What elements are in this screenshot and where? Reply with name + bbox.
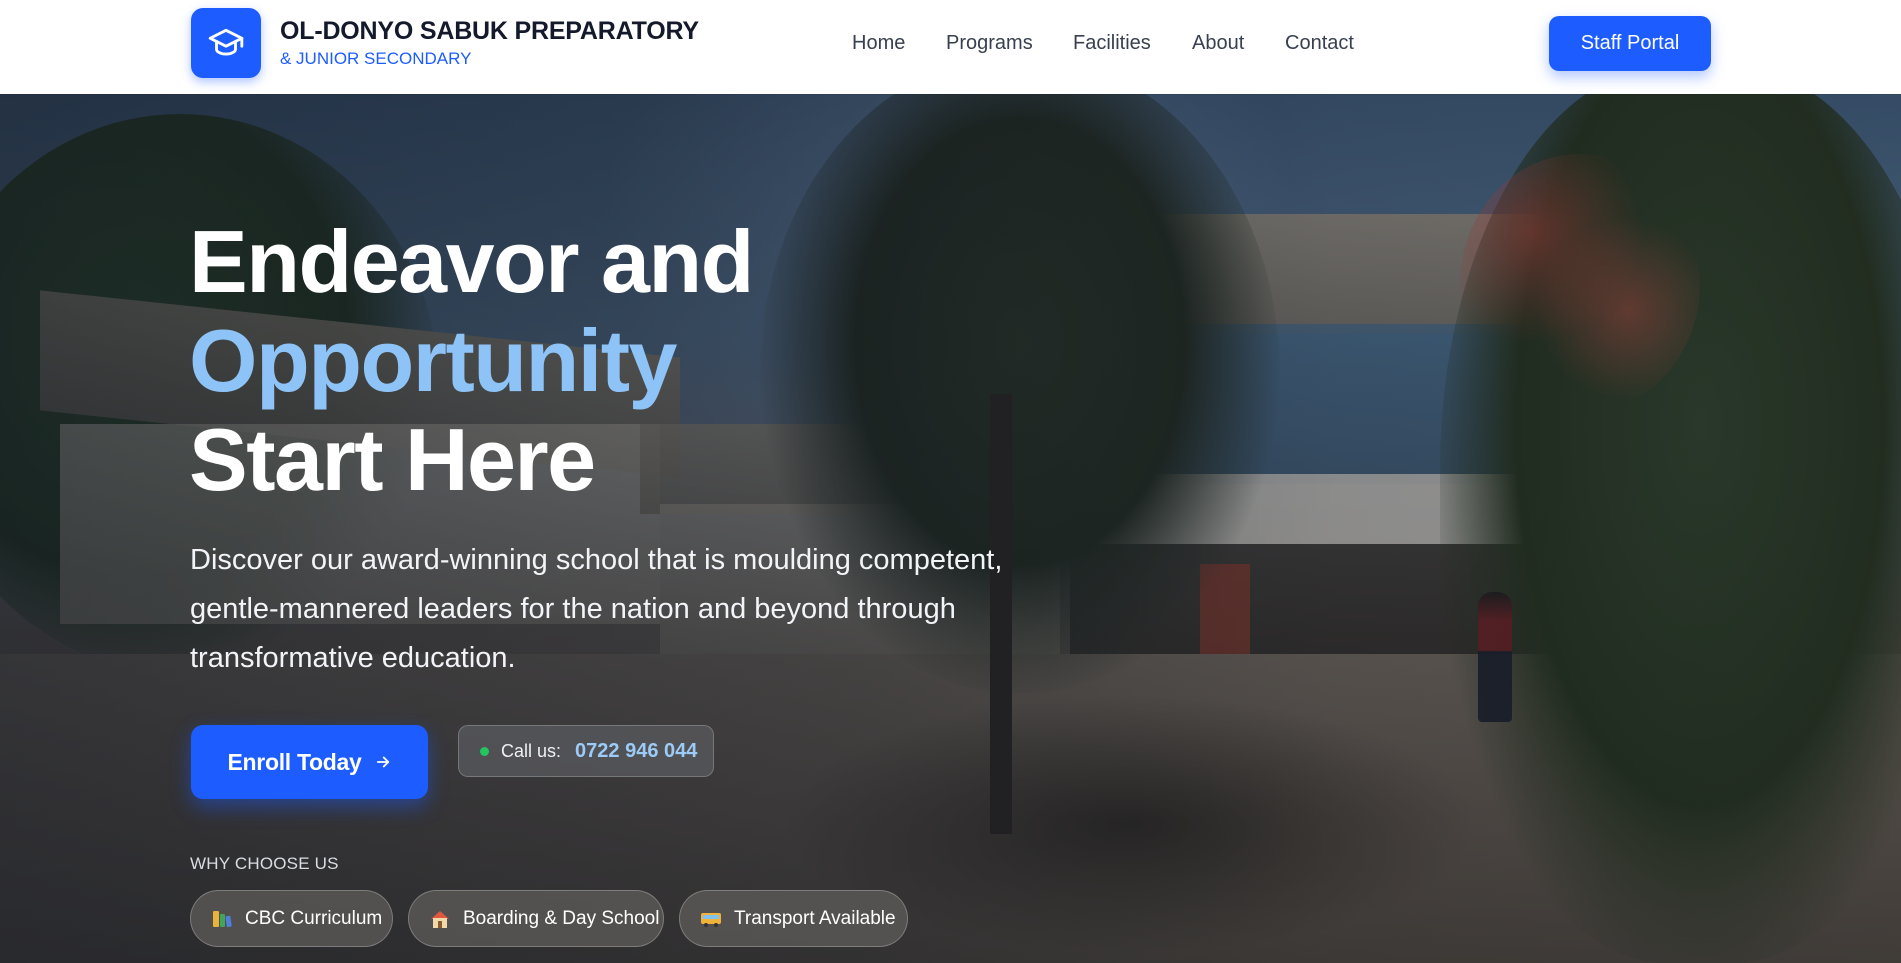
feature-label: CBC Curriculum <box>245 907 383 929</box>
phone-number-link[interactable]: 0722 946 044 <box>575 740 697 763</box>
hero-headline-accent: Opportunity <box>189 311 677 410</box>
house-icon <box>429 908 451 930</box>
hero-headline-line3: Start Here <box>189 410 596 509</box>
feature-pill-cbc: CBC Curriculum <box>190 890 393 947</box>
online-status-dot <box>480 746 489 756</box>
bus-icon <box>700 908 722 930</box>
feature-pill-transport: Transport Available <box>679 890 908 947</box>
site-header: OL-DONYO SABUK PREPARATORY & JUNIOR SECO… <box>0 0 1901 94</box>
arrow-right-icon <box>376 756 389 768</box>
staff-portal-button[interactable]: Staff Portal <box>1549 16 1711 71</box>
nav-facilities[interactable]: Facilities <box>1073 31 1151 55</box>
call-us-pill[interactable]: Call us: 0722 946 044 <box>458 725 714 777</box>
nav-home[interactable]: Home <box>852 31 905 55</box>
hero-section: Endeavor and Opportunity Start Here Disc… <box>0 94 1901 963</box>
nav-contact[interactable]: Contact <box>1285 31 1354 55</box>
hero-headline-line1: Endeavor and <box>189 212 754 311</box>
brand-subtitle: & JUNIOR SECONDARY <box>280 49 472 68</box>
nav-about[interactable]: About <box>1192 31 1244 55</box>
why-choose-us-label: WHY CHOOSE US <box>190 854 339 873</box>
books-icon <box>211 908 233 930</box>
brand-name[interactable]: OL-DONYO SABUK PREPARATORY <box>280 17 699 46</box>
call-label: Call us: <box>501 740 562 761</box>
hero-description: Discover our award-winning school that i… <box>190 544 1003 674</box>
graduation-cap-icon <box>208 28 244 56</box>
nav-programs[interactable]: Programs <box>946 31 1033 55</box>
school-logo[interactable] <box>191 8 261 78</box>
feature-label: Boarding & Day School <box>463 907 660 929</box>
feature-pill-boarding: Boarding & Day School <box>408 890 664 947</box>
feature-label: Transport Available <box>734 907 896 929</box>
enroll-today-button[interactable]: Enroll Today <box>191 725 428 799</box>
enroll-button-label: Enroll Today <box>227 748 362 775</box>
